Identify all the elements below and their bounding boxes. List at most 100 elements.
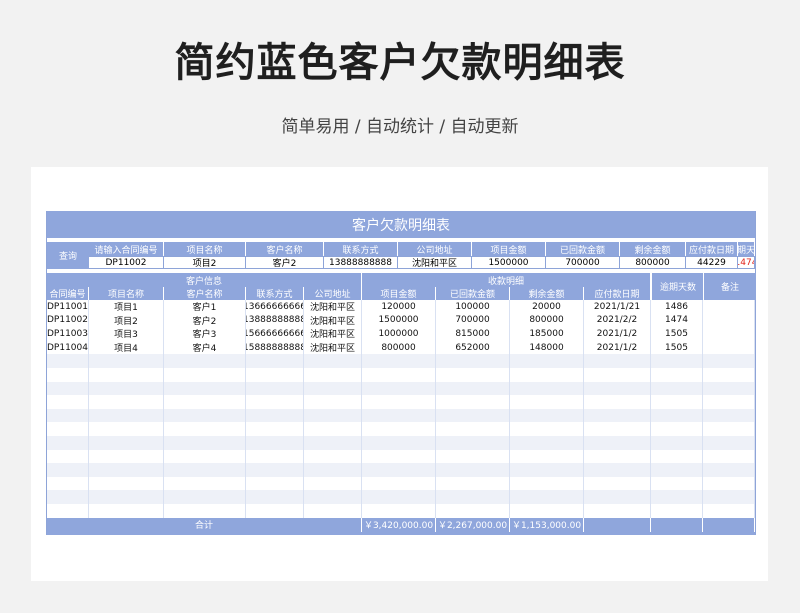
empty-cell <box>703 422 755 436</box>
empty-cell <box>703 367 755 382</box>
cell: 13888888888 <box>246 313 304 328</box>
empty-cell <box>584 367 651 382</box>
empty-cell <box>246 381 304 396</box>
empty-cell <box>651 354 703 368</box>
cell <box>703 300 755 314</box>
empty-row <box>47 449 755 464</box>
empty-cell <box>584 381 651 396</box>
table-row: DP11001 项目1 客户1 13666666666 沈阳和平区 120000… <box>47 300 755 314</box>
query-value-cell: 项目2 <box>164 256 246 269</box>
empty-cell <box>362 503 436 518</box>
empty-cell <box>89 435 164 450</box>
query-header-cell: 客户名称 <box>246 242 324 256</box>
empty-cell <box>362 367 436 382</box>
empty-cell <box>362 354 436 368</box>
column-header: 联系方式 <box>246 287 304 300</box>
empty-cell <box>584 422 651 436</box>
table-header: 客户信息 收款明细 合同编号 项目名称 客户名称 联系方式 公司地址 项目金额 … <box>47 273 756 300</box>
empty-cell <box>510 476 584 491</box>
cell: 沈阳和平区 <box>304 340 362 355</box>
cell: 20000 <box>510 300 584 314</box>
query-header-cell: 请输入合同编号 <box>89 242 164 256</box>
query-value-cell: 800000 <box>620 256 686 269</box>
cell: DP11003 <box>47 327 89 341</box>
empty-cell <box>164 449 246 464</box>
query-header-cell: 已回款金额 <box>546 242 620 256</box>
empty-cell <box>362 476 436 491</box>
empty-cell <box>703 503 755 518</box>
empty-cell <box>510 381 584 396</box>
empty-cell <box>47 367 89 382</box>
empty-cell <box>304 354 362 368</box>
cell: 2021/2/2 <box>584 313 651 328</box>
empty-cell <box>584 354 651 368</box>
empty-cell <box>246 354 304 368</box>
sheet-title: 客户欠款明细表 <box>47 211 755 238</box>
empty-cell <box>510 354 584 368</box>
cell: 1000000 <box>362 327 436 341</box>
empty-cell <box>703 435 755 450</box>
empty-cell <box>584 408 651 423</box>
query-value-row: DP11002 项目2 客户2 13888888888 沈阳和平区 150000… <box>89 256 755 269</box>
empty-cell <box>362 449 436 464</box>
query-value-cell: 客户2 <box>246 256 324 269</box>
query-value-cell: 44229 <box>686 256 738 269</box>
empty-cell <box>304 449 362 464</box>
empty-cell <box>164 381 246 396</box>
empty-cell <box>89 381 164 396</box>
empty-cell <box>436 476 510 491</box>
cell: 652000 <box>436 340 510 355</box>
empty-cell <box>164 408 246 423</box>
empty-cell <box>89 395 164 409</box>
cell: 800000 <box>510 313 584 328</box>
cell: 800000 <box>362 340 436 355</box>
empty-cell <box>47 408 89 423</box>
empty-row <box>47 408 755 423</box>
column-header-row: 合同编号 项目名称 客户名称 联系方式 公司地址 项目金额 已回款金额 剩余金额… <box>47 287 651 300</box>
cell: 1486 <box>651 300 703 314</box>
cell: 15666666666 <box>246 327 304 341</box>
empty-cell <box>436 395 510 409</box>
column-header: 合同编号 <box>47 287 89 300</box>
empty-cell <box>47 503 89 518</box>
column-header: 剩余金额 <box>510 287 584 300</box>
empty-cell <box>246 367 304 382</box>
empty-cell <box>703 408 755 423</box>
cell: 1505 <box>651 327 703 341</box>
cell: 185000 <box>510 327 584 341</box>
cell: DP11004 <box>47 340 89 355</box>
empty-cell <box>510 463 584 477</box>
empty-cell <box>47 490 89 504</box>
cell: 沈阳和平区 <box>304 300 362 314</box>
total-row: 合计 ￥3,420,000.00 ￥2,267,000.00 ￥1,153,00… <box>47 517 755 532</box>
empty-cell <box>89 354 164 368</box>
empty-row <box>47 463 755 477</box>
query-header-cell: 剩余金额 <box>620 242 686 256</box>
query-header-cell: 逾期天数 <box>738 242 755 256</box>
empty-cell <box>703 463 755 477</box>
table-row: DP11004 项目4 客户4 15888888888 沈阳和平区 800000… <box>47 340 755 355</box>
cell: 2021/1/2 <box>584 340 651 355</box>
table-row: DP11002 项目2 客户2 13888888888 沈阳和平区 150000… <box>47 313 755 328</box>
contract-search-input[interactable]: DP11002 <box>89 256 164 269</box>
cell: 815000 <box>436 327 510 341</box>
empty-cell <box>510 422 584 436</box>
empty-cell <box>362 435 436 450</box>
empty-cell <box>510 449 584 464</box>
query-value-cell: 沈阳和平区 <box>398 256 472 269</box>
empty-cell <box>584 449 651 464</box>
empty-cell <box>304 490 362 504</box>
empty-cell <box>304 463 362 477</box>
empty-cell <box>246 463 304 477</box>
empty-cell <box>304 381 362 396</box>
empty-cell <box>436 449 510 464</box>
empty-cell <box>47 476 89 491</box>
total-empty-cell <box>651 517 703 532</box>
empty-cell <box>246 503 304 518</box>
query-label: 查询 <box>47 242 90 269</box>
empty-cell <box>304 435 362 450</box>
empty-cell <box>164 503 246 518</box>
query-panel: 查询 请输入合同编号 项目名称 客户名称 联系方式 公司地址 项目金额 已回款金… <box>47 242 755 269</box>
empty-cell <box>436 435 510 450</box>
empty-cell <box>246 435 304 450</box>
